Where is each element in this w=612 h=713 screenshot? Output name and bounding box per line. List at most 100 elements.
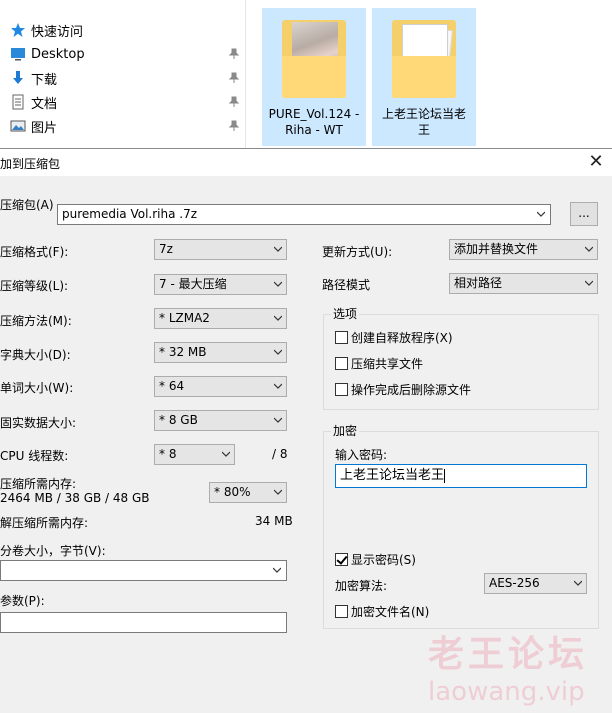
chevron-down-icon xyxy=(274,246,282,252)
checkbox-box[interactable] xyxy=(335,383,348,396)
method-label: 压缩方法(M): xyxy=(0,314,72,328)
chevron-down-icon xyxy=(574,580,582,586)
threads-label: CPU 线程数: xyxy=(0,449,69,463)
format-value: 7z xyxy=(159,242,173,256)
folder-front xyxy=(392,56,456,98)
update-label: 更新方式(U): xyxy=(322,245,393,259)
chevron-down-icon xyxy=(274,383,282,389)
file-name: PURE_Vol.124 - Riha - WT xyxy=(268,107,360,137)
solid-select[interactable]: * 8 GB xyxy=(154,410,287,431)
params-input[interactable] xyxy=(0,612,287,633)
path-mode-select[interactable]: 相对路径 xyxy=(449,273,598,294)
delete-source-checkbox[interactable]: 操作完成后删除源文件 xyxy=(335,381,471,398)
encryption-title: 加密 xyxy=(331,422,360,439)
dict-select[interactable]: * 32 MB xyxy=(154,342,287,363)
folder-front xyxy=(282,56,346,98)
path-value: 相对路径 xyxy=(454,276,503,290)
navigation-pane: 快速访问 Desktop 下载 文档 图片 xyxy=(0,0,246,150)
enc-method-value: AES-256 xyxy=(489,576,540,590)
pin-icon[interactable] xyxy=(228,120,240,132)
file-explorer-background: 快速访问 Desktop 下载 文档 图片 PURE_Vol.124 - Rih… xyxy=(0,0,612,150)
word-select[interactable]: * 64 xyxy=(154,376,287,397)
sfx-checkbox[interactable]: 创建自释放程序(X) xyxy=(335,329,453,346)
word-value: * 64 xyxy=(159,379,185,393)
checkbox-box[interactable] xyxy=(335,553,348,566)
dict-value: * 32 MB xyxy=(159,345,207,359)
chevron-down-icon xyxy=(274,349,282,355)
checkbox-box[interactable] xyxy=(335,331,348,344)
document-icon xyxy=(12,94,24,110)
chevron-down-icon[interactable] xyxy=(537,210,545,218)
archive-path-input[interactable]: puremedia Vol.riha .7z xyxy=(57,204,551,225)
shared-files-label: 压缩共享文件 xyxy=(351,357,424,371)
format-select[interactable]: 7z xyxy=(154,239,287,260)
update-mode-select[interactable]: 添加并替换文件 xyxy=(449,239,598,260)
method-value: * LZMA2 xyxy=(159,311,210,325)
close-icon[interactable]: ✕ xyxy=(585,151,607,173)
chevron-down-icon xyxy=(274,315,282,321)
threads-select[interactable]: * 8 xyxy=(154,444,235,465)
options-title: 选项 xyxy=(331,305,360,322)
nav-item-downloads[interactable]: 下载 xyxy=(0,67,246,89)
enc-method-select[interactable]: AES-256 xyxy=(484,573,587,594)
enc-method-label: 加密算法: xyxy=(335,579,388,593)
dialog-titlebar[interactable]: 加到压缩包 ✕ xyxy=(0,149,612,176)
picture-icon xyxy=(10,120,26,132)
watermark-url: laowang.vip xyxy=(428,677,585,707)
format-label: 压缩格式(F): xyxy=(0,245,69,259)
mem-comp-label: 压缩所需内存: xyxy=(0,477,77,491)
mem-decomp-label: 解压缩所需内存: xyxy=(0,516,89,530)
download-arrow-icon xyxy=(13,71,23,84)
password-input[interactable]: 上老王论坛当老王 xyxy=(335,464,587,488)
volume-size-input[interactable] xyxy=(0,560,287,581)
chevron-down-icon xyxy=(585,246,593,252)
nav-item-label: 图片 xyxy=(31,120,58,136)
pin-icon[interactable] xyxy=(228,72,240,84)
method-select[interactable]: * LZMA2 xyxy=(154,308,287,329)
mem-percent-select[interactable]: * 80% xyxy=(209,482,287,503)
mem-decomp-value: 34 MB xyxy=(255,514,293,528)
browse-button[interactable]: ... xyxy=(570,202,598,226)
checkbox-box[interactable] xyxy=(335,605,348,618)
update-value: 添加并替换文件 xyxy=(454,242,539,256)
nav-item-label: 下载 xyxy=(31,72,58,88)
nav-item-documents[interactable]: 文档 xyxy=(0,91,246,113)
chevron-down-icon xyxy=(222,451,230,457)
star-icon xyxy=(11,23,25,37)
file-item-pure-vol124[interactable]: PURE_Vol.124 - Riha - WT xyxy=(262,8,366,146)
word-label: 单词大小(W): xyxy=(0,381,74,395)
solid-label: 固实数据大小: xyxy=(0,416,77,430)
chevron-down-icon[interactable] xyxy=(273,566,281,574)
sfx-label: 创建自释放程序(X) xyxy=(351,331,453,345)
watermark-text: 老王论坛 xyxy=(428,633,589,675)
encrypt-names-label: 加密文件名(N) xyxy=(351,605,430,619)
params-label: 参数(P): xyxy=(0,594,45,608)
password-label: 输入密码: xyxy=(335,448,388,462)
nav-item-pictures[interactable]: 图片 xyxy=(0,115,246,137)
text-cursor xyxy=(444,468,446,483)
checkbox-box[interactable] xyxy=(335,357,348,370)
archive-path-value: puremedia Vol.riha .7z xyxy=(62,207,198,221)
encrypt-names-checkbox[interactable]: 加密文件名(N) xyxy=(335,603,429,620)
show-password-checkbox[interactable]: 显示密码(S) xyxy=(335,551,416,568)
password-value: 上老王论坛当老王 xyxy=(340,468,445,483)
desktop-icon xyxy=(11,48,25,61)
level-label: 压缩等级(L): xyxy=(0,279,69,293)
pin-icon[interactable] xyxy=(228,96,240,108)
archive-label: 压缩包(A) xyxy=(0,198,54,212)
nav-item-label: Desktop xyxy=(31,46,85,62)
nav-item-label: 文档 xyxy=(31,96,58,112)
file-name: 上老王论坛当老 王 xyxy=(381,107,466,137)
nav-item-quick-access[interactable]: 快速访问 xyxy=(0,19,246,41)
solid-value: * 8 GB xyxy=(159,413,198,427)
show-password-label: 显示密码(S) xyxy=(351,553,416,567)
chevron-down-icon xyxy=(274,417,282,423)
shared-files-checkbox[interactable]: 压缩共享文件 xyxy=(335,355,423,372)
file-item-laowang[interactable]: 上老王论坛当老 王 xyxy=(372,8,476,146)
mem-comp-detail: 2464 MB / 38 GB / 48 GB xyxy=(0,491,150,505)
chevron-down-icon xyxy=(274,281,282,287)
level-select[interactable]: 7 - 最大压缩 xyxy=(154,274,287,295)
pin-icon[interactable] xyxy=(228,48,240,60)
nav-item-desktop[interactable]: Desktop xyxy=(0,43,246,65)
dialog-title: 加到压缩包 xyxy=(0,157,61,171)
